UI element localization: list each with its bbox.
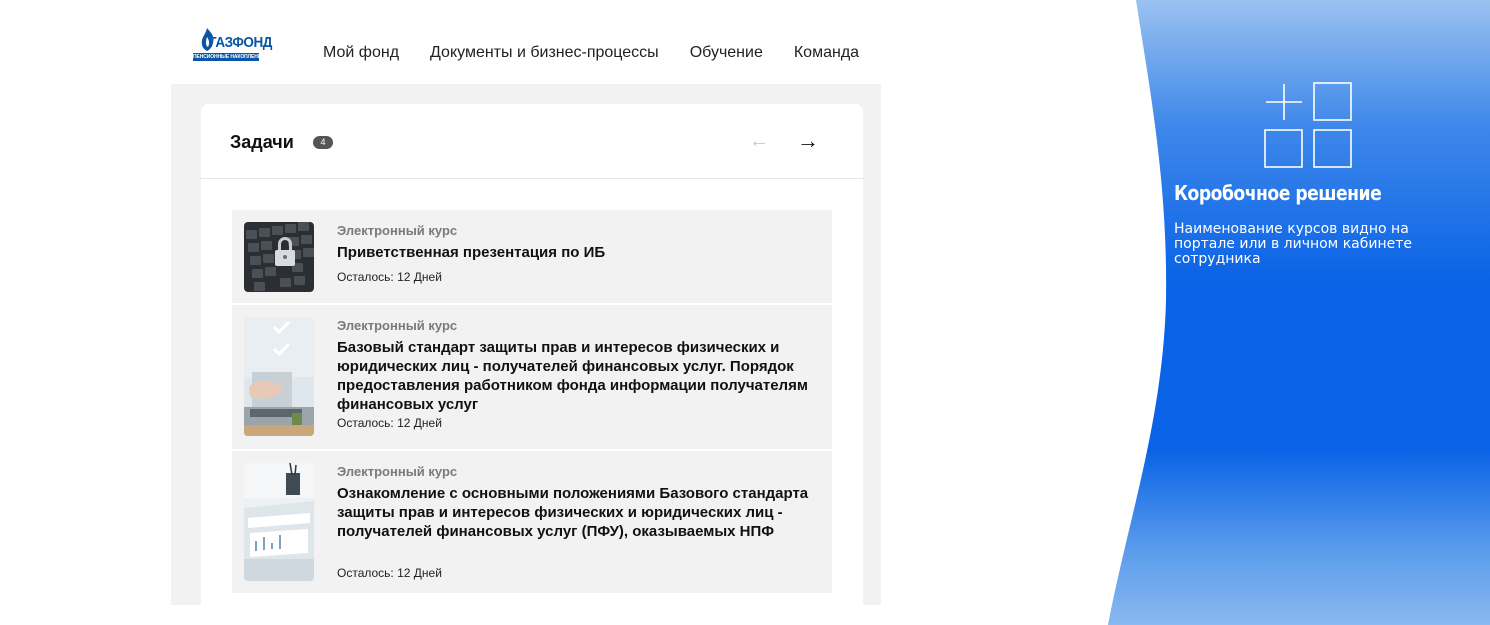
task-thumbnail-laptop-checklist xyxy=(244,317,314,436)
logo-brand-text: ГАЗФОНД xyxy=(209,34,272,51)
boxes-plus-icon xyxy=(1264,82,1352,168)
task-type: Электронный курс xyxy=(337,223,458,238)
task-remaining: Осталось: 12 Дней xyxy=(337,416,442,430)
tasks-count-badge: 4 xyxy=(313,136,333,149)
logo-subtitle: ПЕНСИОННЫЕ НАКОПЛЕНИЯ xyxy=(193,53,259,61)
main-nav: Мой фонд Документы и бизнес-процессы Обу… xyxy=(323,44,859,62)
tasks-card: Задачи 4 ← → Электронный курс Приветстве… xyxy=(201,104,863,605)
banner-title: Коробочное решение xyxy=(1174,181,1382,205)
banner-description: Наименование курсов видно на портале или… xyxy=(1174,221,1412,267)
task-type: Электронный курс xyxy=(337,318,458,333)
task-type: Электронный курс xyxy=(337,464,458,479)
task-title[interactable]: Базовый стандарт защиты прав и интересов… xyxy=(337,338,817,414)
next-arrow-icon[interactable]: → xyxy=(797,128,819,154)
task-thumbnail-keyboard-lock xyxy=(244,222,314,292)
task-remaining: Осталось: 12 Дней xyxy=(337,270,442,284)
portal-window: ГАЗФОНД ПЕНСИОННЫЕ НАКОПЛЕНИЯ Мой фонд Д… xyxy=(171,0,881,605)
tasks-card-header: Задачи 4 ← → xyxy=(201,104,863,179)
nav-item-my-fund[interactable]: Мой фонд xyxy=(323,44,399,62)
tasks-title: Задачи xyxy=(230,132,294,152)
task-remaining: Осталось: 12 Дней xyxy=(337,566,442,580)
task-item[interactable]: Электронный курс Базовый стандарт защиты… xyxy=(232,305,832,449)
task-title[interactable]: Приветственная презентация по ИБ xyxy=(337,243,817,262)
prev-arrow-icon[interactable]: ← xyxy=(749,130,769,153)
gazfond-logo[interactable]: ГАЗФОНД ПЕНСИОННЫЕ НАКОПЛЕНИЯ xyxy=(191,23,291,83)
nav-item-training[interactable]: Обучение xyxy=(690,44,763,62)
task-item[interactable]: Электронный курс Ознакомление с основным… xyxy=(232,451,832,593)
task-item[interactable]: Электронный курс Приветственная презента… xyxy=(232,210,832,303)
task-thumbnail-desk-documents xyxy=(244,463,314,581)
top-navigation-bar: ГАЗФОНД ПЕНСИОННЫЕ НАКОПЛЕНИЯ Мой фонд Д… xyxy=(171,0,881,84)
nav-item-documents[interactable]: Документы и бизнес-процессы xyxy=(430,44,659,62)
nav-item-team[interactable]: Команда xyxy=(794,44,859,62)
task-title[interactable]: Ознакомление с основными положениями Баз… xyxy=(337,484,817,541)
